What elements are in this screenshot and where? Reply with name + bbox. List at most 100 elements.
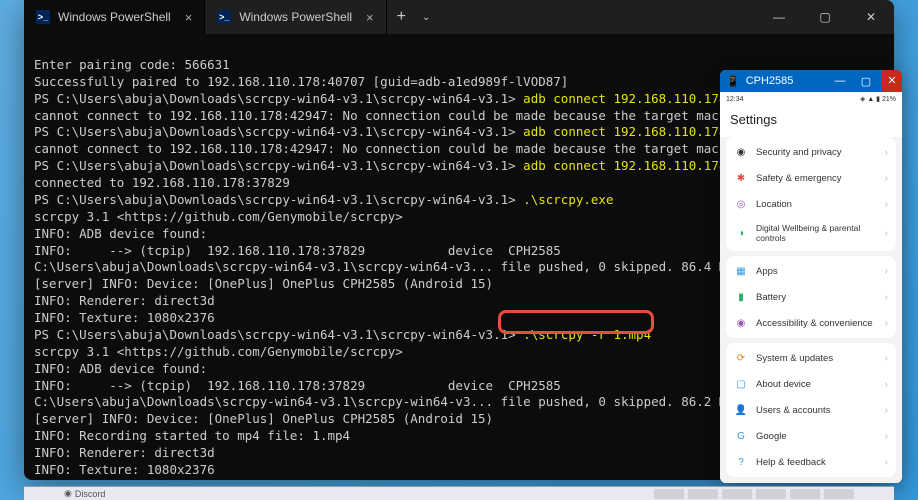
term-line: PS C:\Users\abuja\Downloads\scrcpy-win64… [34, 327, 523, 342]
term-line: INFO: ADB device found: [34, 361, 207, 376]
tab-close-icon[interactable]: × [366, 10, 374, 25]
term-line: Enter pairing code: 566631 [34, 57, 230, 72]
item-label: Digital Wellbeing & parental controls [756, 223, 877, 243]
taskbar-item[interactable] [756, 489, 786, 499]
tab-powershell-2[interactable]: >_ Windows PowerShell × [205, 0, 386, 34]
scrcpy-maximize-button[interactable]: ▢ [856, 75, 876, 88]
scrcpy-titlebar: 📱 CPH2585 — ▢ ✕ [720, 70, 902, 92]
tab-close-icon[interactable]: × [185, 10, 193, 25]
chevron-right-icon: › [885, 405, 888, 416]
settings-item-location[interactable]: ◎ Location › [726, 191, 896, 217]
status-icons: ◈ ▲ ▮ 21% [860, 95, 896, 103]
settings-card: ◉ Security and privacy › ✱ Safety & emer… [726, 137, 896, 251]
settings-item-google[interactable]: G Google › [726, 423, 896, 449]
chevron-right-icon: › [885, 353, 888, 364]
chevron-right-icon: › [885, 199, 888, 210]
item-label: Safety & emergency [756, 173, 877, 184]
maximize-button[interactable]: ▢ [802, 0, 848, 34]
chevron-right-icon: › [885, 228, 888, 239]
accessibility-icon: ◉ [734, 316, 748, 330]
item-label: Users & accounts [756, 405, 877, 416]
users-icon: 👤 [734, 403, 748, 417]
item-label: System & updates [756, 353, 877, 364]
chevron-right-icon: › [885, 457, 888, 468]
chevron-right-icon: › [885, 431, 888, 442]
term-line: INFO: ADB device found: [34, 226, 207, 241]
item-label: Accessibility & convenience [756, 318, 877, 329]
settings-item-safety[interactable]: ✱ Safety & emergency › [726, 165, 896, 191]
status-time: 12:34 [726, 96, 744, 103]
settings-header: Settings [720, 106, 902, 137]
window-titlebar: >_ Windows PowerShell × >_ Windows Power… [24, 0, 894, 34]
term-line: INFO: --> (tcpip) 192.168.110.178:37829 … [34, 243, 561, 258]
taskbar-item[interactable] [654, 489, 684, 499]
term-line: PS C:\Users\abuja\Downloads\scrcpy-win64… [34, 91, 523, 106]
taskbar-item[interactable] [688, 489, 718, 499]
term-line: scrcpy 3.1 <https://github.com/Genymobil… [34, 344, 403, 359]
chevron-right-icon: › [885, 379, 888, 390]
taskbar-item[interactable] [824, 489, 854, 499]
help-icon: ? [734, 455, 748, 469]
term-line: PS C:\Users\abuja\Downloads\scrcpy-win64… [34, 124, 523, 139]
term-line: cannot connect to 192.168.110.178:42947:… [34, 108, 794, 123]
settings-item-system[interactable]: ⟳ System & updates › [726, 345, 896, 371]
settings-item-help[interactable]: ? Help & feedback › [726, 449, 896, 475]
settings-card: ⟳ System & updates › ▢ About device › 👤 … [726, 343, 896, 477]
chevron-right-icon: › [885, 292, 888, 303]
taskbar-item[interactable] [790, 489, 820, 499]
chevron-right-icon: › [885, 173, 888, 184]
term-line: [server] INFO: Device: [OnePlus] OnePlus… [34, 276, 493, 291]
term-line: INFO: Texture: 1080x2376 [34, 310, 215, 325]
tab-label: Windows PowerShell [239, 10, 352, 24]
wellbeing-icon: ◑ [734, 226, 748, 240]
term-line: WARN: [FFmpeg] track 1: codec frame size… [34, 479, 418, 480]
term-line: C:\Users\abuja\Downloads\scrcpy-win64-v3… [34, 259, 749, 274]
tab-powershell-1[interactable]: >_ Windows PowerShell × [24, 0, 205, 34]
settings-item-about[interactable]: ▢ About device › [726, 371, 896, 397]
scrcpy-minimize-button[interactable]: — [830, 75, 850, 87]
settings-card: ▦ Apps › ▮ Battery › ◉ Accessibility & c… [726, 256, 896, 338]
settings-item-battery[interactable]: ▮ Battery › [726, 284, 896, 310]
google-icon: G [734, 429, 748, 443]
tab-dropdown-icon[interactable]: ⌄ [416, 12, 436, 23]
minimize-button[interactable]: — [756, 0, 802, 34]
item-label: Google [756, 431, 877, 442]
item-label: Battery [756, 292, 877, 303]
term-line: Successfully paired to 192.168.110.178:4… [34, 74, 568, 89]
item-label: Location [756, 199, 877, 210]
windows-taskbar[interactable]: ◉ Discord [24, 486, 894, 500]
term-line: PS C:\Users\abuja\Downloads\scrcpy-win64… [34, 158, 523, 173]
settings-item-users[interactable]: 👤 Users & accounts › [726, 397, 896, 423]
term-cmd: .\scrcpy -r 1.mp4 [523, 327, 651, 342]
system-icon: ⟳ [734, 351, 748, 365]
phone-screen[interactable]: 12:34 ◈ ▲ ▮ 21% Settings ◉ Security and … [720, 92, 902, 483]
term-line: INFO: --> (tcpip) 192.168.110.178:37829 … [34, 378, 561, 393]
term-line: INFO: Recording started to mp4 file: 1.m… [34, 428, 350, 443]
term-line: INFO: Texture: 1080x2376 [34, 462, 215, 477]
scrcpy-title: CPH2585 [746, 75, 794, 87]
new-tab-button[interactable]: + [387, 8, 416, 26]
settings-item-privacy[interactable]: ◉ Security and privacy › [726, 139, 896, 165]
settings-item-accessibility[interactable]: ◉ Accessibility & convenience › [726, 310, 896, 336]
term-cmd: .\scrcpy.exe [523, 192, 613, 207]
chevron-right-icon: › [885, 318, 888, 329]
discord-icon: ◉ [64, 488, 72, 499]
settings-item-wellbeing[interactable]: ◑ Digital Wellbeing & parental controls … [726, 217, 896, 249]
discord-taskbar-item[interactable]: ◉ Discord [64, 488, 105, 499]
term-line: connected to 192.168.110.178:37829 [34, 175, 290, 190]
settings-item-apps[interactable]: ▦ Apps › [726, 258, 896, 284]
item-label: Help & feedback [756, 457, 877, 468]
scrcpy-close-button[interactable]: ✕ [882, 70, 902, 92]
term-line: PS C:\Users\abuja\Downloads\scrcpy-win64… [34, 192, 523, 207]
close-button[interactable]: ✕ [848, 0, 894, 34]
chevron-right-icon: › [885, 266, 888, 277]
powershell-icon: >_ [36, 10, 50, 24]
term-line: [server] INFO: Device: [OnePlus] OnePlus… [34, 411, 493, 426]
taskbar-item[interactable] [722, 489, 752, 499]
apps-icon: ▦ [734, 264, 748, 278]
shield-icon: ◉ [734, 145, 748, 159]
scrcpy-window: 📱 CPH2585 — ▢ ✕ 12:34 ◈ ▲ ▮ 21% Settings… [720, 70, 902, 483]
tab-label: Windows PowerShell [58, 10, 171, 24]
chevron-right-icon: › [885, 147, 888, 158]
term-line: C:\Users\abuja\Downloads\scrcpy-win64-v3… [34, 394, 749, 409]
